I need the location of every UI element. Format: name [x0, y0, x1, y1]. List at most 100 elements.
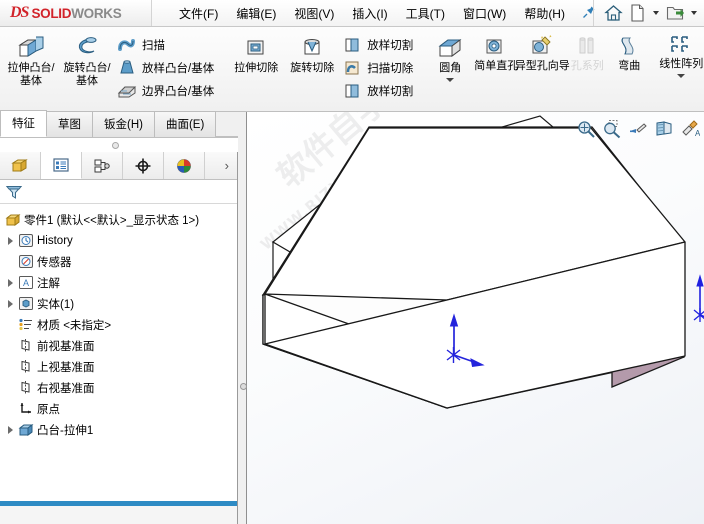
boundary-boss-base-button[interactable]: 边界凸台/基体: [115, 79, 218, 102]
graphics-viewport[interactable]: 软件自学网 WWW.RJZXW.COM: [247, 112, 704, 524]
menu-tools[interactable]: 工具(T): [397, 2, 454, 25]
zoom-to-fit-icon[interactable]: [575, 118, 597, 140]
flex-label: 弯曲: [618, 60, 641, 72]
display-sphere-icon: [177, 158, 191, 173]
sweep-cut-icon: [345, 61, 359, 74]
material-icon: [17, 317, 35, 332]
annotations-icon: A: [17, 275, 35, 290]
cut-small-buttons: 放样切割 扫描切除 放样切割: [340, 31, 417, 102]
property-manager-tab[interactable]: [41, 152, 82, 179]
extruded-cut-label: 拉伸切除: [234, 62, 279, 74]
lofted-cut-label-2: 放样切割: [367, 85, 414, 98]
previous-view-icon[interactable]: [627, 118, 649, 140]
fillet-button[interactable]: 圆角: [427, 31, 473, 82]
origin-icon: [17, 401, 35, 416]
open-folder-icon[interactable]: [664, 2, 686, 24]
expand-arrow-icon[interactable]: [4, 425, 17, 434]
tab-sketch[interactable]: 草图: [46, 111, 93, 137]
tree-item-right-plane-label: 右视基准面: [37, 382, 95, 395]
revolved-boss-base-label: 旋转凸台/基体: [63, 62, 111, 87]
linear-pattern-dropdown-icon[interactable]: [677, 73, 686, 78]
feature-manager-tab[interactable]: [0, 152, 41, 179]
tree-item-top-plane[interactable]: 上视基准面: [0, 356, 237, 377]
lofted-cut-button-1[interactable]: 放样切割: [340, 33, 417, 56]
menu-window[interactable]: 窗口(W): [454, 2, 515, 25]
new-document-dropdown-icon[interactable]: [653, 11, 659, 15]
tree-item-solid-bodies[interactable]: 实体(1): [0, 293, 237, 314]
swept-cut-button[interactable]: 扫描切除: [340, 56, 417, 79]
ribbon-group-boss-base: 拉伸凸台/基体 旋转凸台/基体 扫描 放样凸台/基体 边界凸台/基体: [0, 27, 221, 111]
menu-edit[interactable]: 编辑(E): [227, 2, 285, 25]
panel-splitter[interactable]: [238, 112, 247, 524]
boundary-boss-base-label: 边界凸台/基体: [142, 85, 215, 98]
loft-cut-icon: [345, 38, 359, 51]
filter-row: [0, 180, 237, 204]
open-folder-dropdown-icon[interactable]: [691, 11, 697, 15]
tab-features[interactable]: 特征: [0, 110, 47, 137]
extrude-cut-icon: [247, 40, 264, 55]
swept-boss-base-button[interactable]: 扫描: [115, 33, 218, 56]
panel-splitter-handle[interactable]: [240, 383, 247, 390]
tree-item-history[interactable]: History: [0, 230, 237, 251]
lofted-boss-base-button[interactable]: 放样凸台/基体: [115, 56, 218, 79]
expand-arrow-icon[interactable]: [4, 299, 17, 308]
tree-item-sensors[interactable]: 传感器: [0, 251, 237, 272]
tree-item-boss-extrude1[interactable]: 凸台-拉伸1: [0, 419, 237, 440]
view-orientation-icon[interactable]: A: [679, 118, 701, 140]
configuration-manager-tab[interactable]: [82, 152, 123, 179]
fillet-dropdown-icon[interactable]: [446, 77, 455, 82]
revolved-boss-base-button[interactable]: 旋转凸台/基体: [59, 31, 115, 87]
tree-item-origin[interactable]: 原点: [0, 398, 237, 419]
revolved-cut-label: 旋转切除: [290, 62, 335, 74]
menu-file[interactable]: 文件(F): [170, 2, 227, 25]
tab-sheetmetal[interactable]: 钣金(H): [92, 111, 155, 137]
chevron-right-icon[interactable]: ›: [217, 158, 237, 173]
display-manager-tab[interactable]: [164, 152, 205, 179]
extruded-boss-base-button[interactable]: 拉伸凸台/基体: [3, 31, 59, 87]
flex-button[interactable]: 弯曲: [609, 31, 649, 73]
tree-item-history-label: History: [37, 234, 73, 247]
hole-series-button: 孔系列: [565, 31, 609, 73]
expand-arrow-icon[interactable]: [4, 278, 17, 287]
menu-items: 文件(F) 编辑(E) 视图(V) 插入(I) 工具(T) 窗口(W) 帮助(H…: [170, 2, 596, 25]
hole-wizard-button[interactable]: 异型孔向导: [515, 31, 570, 73]
tree-root-part[interactable]: 零件1 (默认<<默认>_显示状态 1>): [0, 209, 237, 230]
panel-bottom-area: [0, 506, 237, 524]
lofted-cut-button-2[interactable]: 放样切割: [340, 79, 417, 102]
section-view-icon[interactable]: [653, 118, 675, 140]
ribbon-toolbar: 拉伸凸台/基体 旋转凸台/基体 扫描 放样凸台/基体 边界凸台/基体 拉伸切除 …: [0, 27, 704, 112]
simple-hole-icon: [486, 39, 502, 54]
tree-item-material[interactable]: 材质 <未指定>: [0, 314, 237, 335]
rollback-bar[interactable]: [0, 501, 237, 506]
menu-insert[interactable]: 插入(I): [343, 2, 396, 25]
dimxpert-target-icon: [135, 158, 151, 173]
linear-pattern-label: 线性阵列: [659, 58, 704, 70]
tab-surfaces[interactable]: 曲面(E): [153, 111, 217, 137]
revolved-cut-button[interactable]: 旋转切除: [284, 31, 340, 75]
extruded-cut-button[interactable]: 拉伸切除: [228, 31, 284, 75]
zoom-to-area-icon[interactable]: [601, 118, 623, 140]
dimxpert-manager-tab[interactable]: [123, 152, 164, 179]
ribbon-collapse-handle[interactable]: [112, 142, 119, 149]
boss-base-small-buttons: 扫描 放样凸台/基体 边界凸台/基体: [115, 31, 218, 102]
home-icon[interactable]: [602, 2, 624, 24]
new-document-icon[interactable]: [626, 2, 648, 24]
plane-icon: [17, 359, 35, 374]
ribbon-group-pattern: 线性阵列 筋 拔: [656, 27, 704, 111]
tree-item-boss-extrude1-label: 凸台-拉伸1: [37, 424, 94, 437]
property-list-icon: [53, 158, 69, 172]
solidworks-logo[interactable]: DS SOLID WORKS: [0, 0, 152, 26]
tree-item-solid-bodies-label: 实体(1): [37, 298, 75, 311]
linear-pattern-icon: [671, 36, 689, 52]
simple-hole-button[interactable]: 简单直孔: [473, 31, 519, 73]
tree-item-annotations[interactable]: A 注解: [0, 272, 237, 293]
hole-wizard-icon: [532, 35, 552, 54]
linear-pattern-button[interactable]: 线性阵列: [659, 31, 703, 78]
tree-item-right-plane[interactable]: 右视基准面: [0, 377, 237, 398]
menu-help[interactable]: 帮助(H): [515, 2, 574, 25]
menu-view[interactable]: 视图(V): [285, 2, 343, 25]
tree-item-front-plane[interactable]: 前视基准面: [0, 335, 237, 356]
expand-arrow-icon[interactable]: [4, 236, 17, 245]
feature-manager-panel: › 零件1 (默认<<默认>_显示状态 1>) History 传感器 A 注解…: [0, 152, 238, 524]
lofted-cut-label-1: 放样切割: [367, 39, 414, 52]
